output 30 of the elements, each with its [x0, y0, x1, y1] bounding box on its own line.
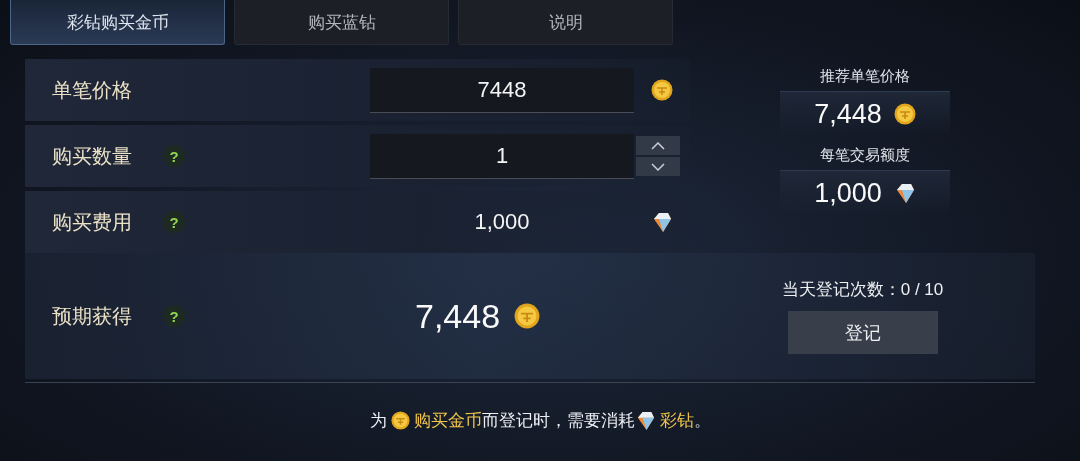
input-field[interactable]: 1 — [370, 133, 634, 179]
decrease-button[interactable] — [636, 157, 680, 176]
tab[interactable]: 购买蓝钻 — [234, 0, 449, 45]
expected-value: 7,448 — [415, 296, 501, 336]
register-button[interactable]: 登记 — [787, 311, 938, 354]
chevron-down-icon — [651, 162, 665, 171]
footer-text: 为 — [369, 409, 387, 432]
daily-count: 当天登记次数：0 / 10 — [781, 279, 944, 301]
tab[interactable]: 说明 — [458, 0, 673, 45]
highlight-text: 彩钻 — [659, 409, 694, 432]
footer-text: 而登记时，需要消耗 — [481, 409, 635, 432]
input-field[interactable]: 7448 — [370, 67, 634, 113]
help-icon[interactable]: ? — [163, 211, 185, 233]
stat-label: 推荐单笔价格 — [820, 67, 910, 86]
stat-value: 1,000 — [814, 177, 882, 209]
chevron-up-icon — [651, 141, 665, 150]
help-icon[interactable]: ? — [163, 145, 185, 167]
tab[interactable]: 彩钻购买金币 — [10, 0, 225, 45]
field-label: 购买费用 — [52, 209, 133, 235]
footer-text: 。 — [693, 409, 711, 432]
field-value: 1,000 — [473, 208, 531, 236]
field-label: 预期获得 — [52, 303, 133, 329]
field-label: 购买数量 — [52, 143, 133, 169]
highlight-text: 购买金币 — [413, 409, 482, 432]
stat-value: 7,448 — [814, 98, 882, 130]
help-icon[interactable]: ? — [163, 305, 185, 327]
field-label: 单笔价格 — [52, 77, 133, 103]
increase-button[interactable] — [636, 136, 680, 155]
stat-label: 每笔交易额度 — [820, 146, 910, 165]
coin-icon — [390, 410, 410, 430]
